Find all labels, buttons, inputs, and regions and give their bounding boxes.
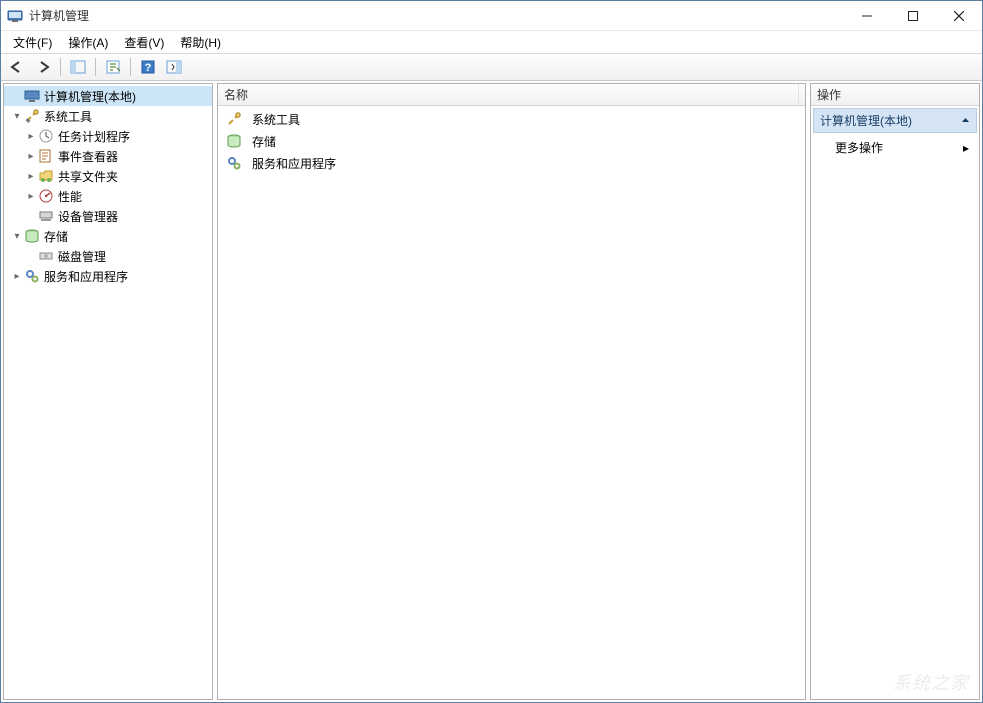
tree-node-device-manager[interactable]: ▸ 设备管理器 xyxy=(4,206,212,226)
tree-label: 系统工具 xyxy=(44,108,92,125)
list-item-label: 服务和应用程序 xyxy=(252,155,336,172)
tree-label: 任务计划程序 xyxy=(58,128,130,145)
list-item-label: 系统工具 xyxy=(252,111,300,128)
storage-icon xyxy=(24,228,40,244)
tree-label: 磁盘管理 xyxy=(58,248,106,265)
nav-forward-button[interactable] xyxy=(31,56,55,78)
expander-closed-icon[interactable]: ▸ xyxy=(24,129,38,143)
action-label: 更多操作 xyxy=(835,139,883,156)
tree-label: 存储 xyxy=(44,228,68,245)
tree-node-services-apps[interactable]: ▸ 服务和应用程序 xyxy=(4,266,212,286)
tree-node-storage[interactable]: ▾ 存储 xyxy=(4,226,212,246)
expander-closed-icon[interactable]: ▸ xyxy=(24,169,38,183)
actions-body: 计算机管理(本地) 更多操作 ▸ xyxy=(811,106,979,160)
tree-node-system-tools[interactable]: ▾ 系统工具 xyxy=(4,106,212,126)
actions-section-title: 计算机管理(本地) xyxy=(820,112,912,129)
event-log-icon xyxy=(38,148,54,164)
tools-icon xyxy=(226,111,242,127)
tree-label: 计算机管理(本地) xyxy=(44,88,136,105)
device-icon xyxy=(38,208,54,224)
close-button[interactable] xyxy=(936,1,982,30)
show-hide-tree-button[interactable] xyxy=(66,56,90,78)
column-header-name[interactable]: 名称 xyxy=(224,84,799,105)
tree-node-disk-management[interactable]: ▸ 磁盘管理 xyxy=(4,246,212,266)
menu-bar: 文件(F) 操作(A) 查看(V) 帮助(H) xyxy=(1,31,982,53)
services-icon xyxy=(226,155,242,171)
tree-label: 性能 xyxy=(58,188,82,205)
clock-icon xyxy=(38,128,54,144)
expander-closed-icon[interactable]: ▸ xyxy=(10,269,24,283)
list-item-storage[interactable]: 存储 xyxy=(222,130,801,152)
properties-button[interactable] xyxy=(101,56,125,78)
tree-body: ▸ 计算机管理(本地) ▾ 系统工具 ▸ 任务计划 xyxy=(4,84,212,288)
actions-section-header[interactable]: 计算机管理(本地) xyxy=(813,108,977,133)
list-item-services-apps[interactable]: 服务和应用程序 xyxy=(222,152,801,174)
list-item-system-tools[interactable]: 系统工具 xyxy=(222,108,801,130)
show-hide-actions-button[interactable] xyxy=(162,56,186,78)
disk-icon xyxy=(38,248,54,264)
expander-closed-icon[interactable]: ▸ xyxy=(24,189,38,203)
tree-label: 服务和应用程序 xyxy=(44,268,128,285)
tree-node-performance[interactable]: ▸ 性能 xyxy=(4,186,212,206)
content-area: ▸ 计算机管理(本地) ▾ 系统工具 ▸ 任务计划 xyxy=(1,81,982,702)
list-header[interactable]: 名称 xyxy=(218,84,805,106)
toolbar-separator xyxy=(130,58,131,76)
toolbar: ? xyxy=(1,53,982,81)
menu-view[interactable]: 查看(V) xyxy=(116,32,172,53)
title-bar: 计算机管理 xyxy=(1,1,982,31)
expander-open-icon[interactable]: ▾ xyxy=(10,229,24,243)
tree-pane: ▸ 计算机管理(本地) ▾ 系统工具 ▸ 任务计划 xyxy=(3,83,213,700)
window-controls xyxy=(844,1,982,30)
computer-icon xyxy=(24,88,40,104)
nav-back-button[interactable] xyxy=(5,56,29,78)
tree-node-task-scheduler[interactable]: ▸ 任务计划程序 xyxy=(4,126,212,146)
list-item-label: 存储 xyxy=(252,133,276,150)
expander-open-icon[interactable]: ▾ xyxy=(10,109,24,123)
tree-node-shared-folders[interactable]: ▸ 共享文件夹 xyxy=(4,166,212,186)
list-body: 系统工具 存储 服务和应用程序 xyxy=(218,106,805,176)
menu-help[interactable]: 帮助(H) xyxy=(172,32,229,53)
menu-action[interactable]: 操作(A) xyxy=(60,32,116,53)
action-more-actions[interactable]: 更多操作 ▸ xyxy=(811,135,979,160)
app-icon xyxy=(7,8,23,24)
submenu-arrow-icon: ▸ xyxy=(963,141,969,155)
actions-pane: 操作 计算机管理(本地) 更多操作 ▸ xyxy=(810,83,980,700)
svg-text:?: ? xyxy=(145,62,152,74)
maximize-button[interactable] xyxy=(890,1,936,30)
actions-header: 操作 xyxy=(811,84,979,106)
list-pane: 名称 系统工具 存储 服务和应用程序 xyxy=(217,83,806,700)
tree-label: 共享文件夹 xyxy=(58,168,118,185)
toolbar-separator xyxy=(95,58,96,76)
toolbar-separator xyxy=(60,58,61,76)
tools-icon xyxy=(24,108,40,124)
performance-icon xyxy=(38,188,54,204)
collapse-icon[interactable] xyxy=(961,116,970,125)
tree-node-root[interactable]: ▸ 计算机管理(本地) xyxy=(4,86,212,106)
tree-label: 事件查看器 xyxy=(58,148,118,165)
tree-node-event-viewer[interactable]: ▸ 事件查看器 xyxy=(4,146,212,166)
storage-icon xyxy=(226,133,242,149)
help-button[interactable]: ? xyxy=(136,56,160,78)
window-title: 计算机管理 xyxy=(29,7,844,24)
menu-file[interactable]: 文件(F) xyxy=(5,32,60,53)
shared-folder-icon xyxy=(38,168,54,184)
minimize-button[interactable] xyxy=(844,1,890,30)
expander-closed-icon[interactable]: ▸ xyxy=(24,149,38,163)
services-icon xyxy=(24,268,40,284)
tree-label: 设备管理器 xyxy=(58,208,118,225)
